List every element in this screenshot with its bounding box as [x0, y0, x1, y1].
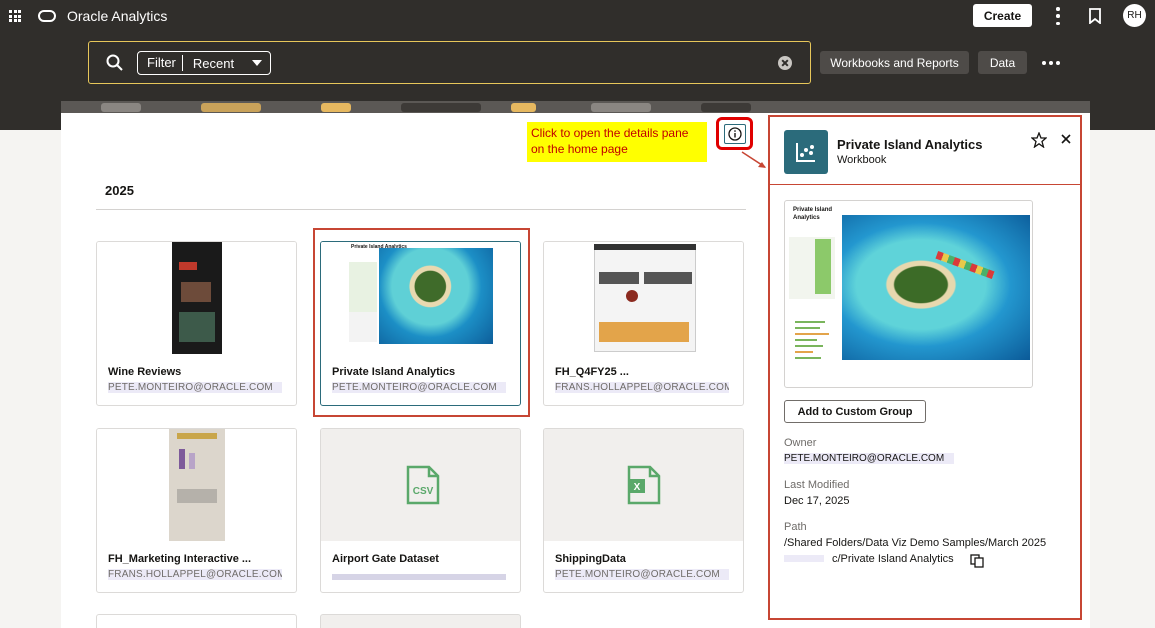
last-modified-label: Last Modified: [784, 479, 850, 491]
clear-icon[interactable]: [778, 56, 792, 70]
apps-grid-icon[interactable]: [9, 10, 21, 22]
info-highlight: [716, 117, 753, 150]
details-title: Private Island Analytics: [837, 137, 983, 152]
path-label: Path: [784, 521, 807, 533]
csv-file-icon: CSV: [406, 465, 440, 505]
arrow-icon: [741, 151, 766, 168]
card-name: Private Island Analytics: [332, 366, 456, 378]
bookmark-icon[interactable]: [1088, 8, 1102, 24]
filter-dropdown[interactable]: Filter Recent: [137, 51, 271, 75]
user-avatar[interactable]: RH: [1123, 4, 1146, 27]
data-button[interactable]: Data: [978, 51, 1027, 74]
add-to-custom-group-button[interactable]: Add to Custom Group: [784, 400, 926, 423]
workbook-icon: [784, 130, 828, 174]
card-name: Airport Gate Dataset: [332, 553, 439, 565]
card-airport-gate-dataset[interactable]: CSV Airport Gate Dataset: [320, 428, 521, 593]
owner-value: PETE.MONTEIRO@ORACLE.COM: [784, 453, 954, 464]
svg-text:X: X: [634, 482, 641, 493]
card-fh-marketing-interactive[interactable]: FH_Marketing Interactive ... FRANS.HOLLA…: [96, 428, 297, 593]
year-heading: 2025: [105, 183, 134, 198]
card-thumbnail: [97, 242, 296, 354]
card-thumbnail: [544, 242, 743, 354]
close-icon[interactable]: [1060, 133, 1072, 145]
card-thumbnail: X: [544, 429, 743, 541]
path-line-2: c/Private Island Analytics: [832, 553, 954, 565]
card-name: FH_Marketing Interactive ...: [108, 553, 252, 565]
card-name: FH_Q4FY25 ...: [555, 366, 629, 378]
workbooks-and-reports-button[interactable]: Workbooks and Reports: [820, 51, 969, 74]
card-owner: [332, 574, 506, 580]
search-icon: [106, 54, 123, 71]
owner-label: Owner: [784, 437, 817, 449]
details-thumbnail: Private Island Analytics: [784, 200, 1033, 388]
divider: [96, 209, 746, 210]
card-partial[interactable]: [96, 614, 297, 628]
card-owner: PETE.MONTEIRO@ORACLE.COM: [555, 569, 729, 580]
search-box[interactable]: Filter Recent: [88, 41, 811, 84]
path-redacted: [784, 555, 824, 562]
thumb-title: Private Island Analytics: [793, 207, 833, 221]
card-thumbnail: Private Island Analytics: [321, 242, 520, 354]
svg-text:CSV: CSV: [413, 486, 434, 497]
oracle-logo-icon: [38, 10, 56, 22]
more-icon[interactable]: [1042, 61, 1060, 65]
app-title: Oracle Analytics: [67, 8, 168, 24]
card-shippingdata[interactable]: X ShippingData PETE.MONTEIRO@ORACLE.COM: [543, 428, 744, 593]
card-thumbnail: CSV: [321, 429, 520, 541]
filter-value: Recent: [192, 55, 235, 71]
star-icon[interactable]: [1031, 132, 1047, 148]
card-private-island-analytics[interactable]: Private Island Analytics Private Island …: [320, 241, 521, 406]
kebab-menu-icon[interactable]: [1050, 7, 1066, 25]
excel-file-icon: X: [627, 465, 661, 505]
create-button[interactable]: Create: [973, 4, 1032, 27]
details-header-divider: [770, 184, 1080, 185]
card-owner: PETE.MONTEIRO@ORACLE.COM: [108, 382, 282, 393]
top-bar: Oracle Analytics Create RH: [0, 0, 1155, 32]
card-partial[interactable]: [320, 614, 521, 628]
path-line-1: /Shared Folders/Data Viz Demo Samples/Ma…: [784, 537, 1047, 549]
card-fh-q4fy25[interactable]: FH_Q4FY25 ... FRANS.HOLLAPPEL@ORACLE.COM: [543, 241, 744, 406]
card-owner: FRANS.HOLLAPPEL@ORACLE.COM: [555, 382, 729, 393]
details-pane: Private Island Analytics Workbook Privat…: [768, 115, 1082, 620]
copy-icon[interactable]: [970, 554, 984, 568]
card-thumbnail: [97, 429, 296, 541]
last-modified-value: Dec 17, 2025: [784, 495, 850, 507]
details-type: Workbook: [837, 154, 887, 166]
callout-annotation: Click to open the details pane on the ho…: [527, 122, 707, 162]
card-owner: PETE.MONTEIRO@ORACLE.COM: [332, 382, 506, 393]
filter-label: Filter: [138, 55, 183, 71]
info-icon[interactable]: [724, 124, 746, 144]
chevron-down-icon: [252, 60, 262, 66]
card-owner: FRANS.HOLLAPPEL@ORACLE.COM: [108, 569, 282, 580]
card-name: Wine Reviews: [108, 366, 182, 378]
card-name: ShippingData: [555, 553, 626, 565]
card-wine-reviews[interactable]: Wine Reviews PETE.MONTEIRO@ORACLE.COM: [96, 241, 297, 406]
